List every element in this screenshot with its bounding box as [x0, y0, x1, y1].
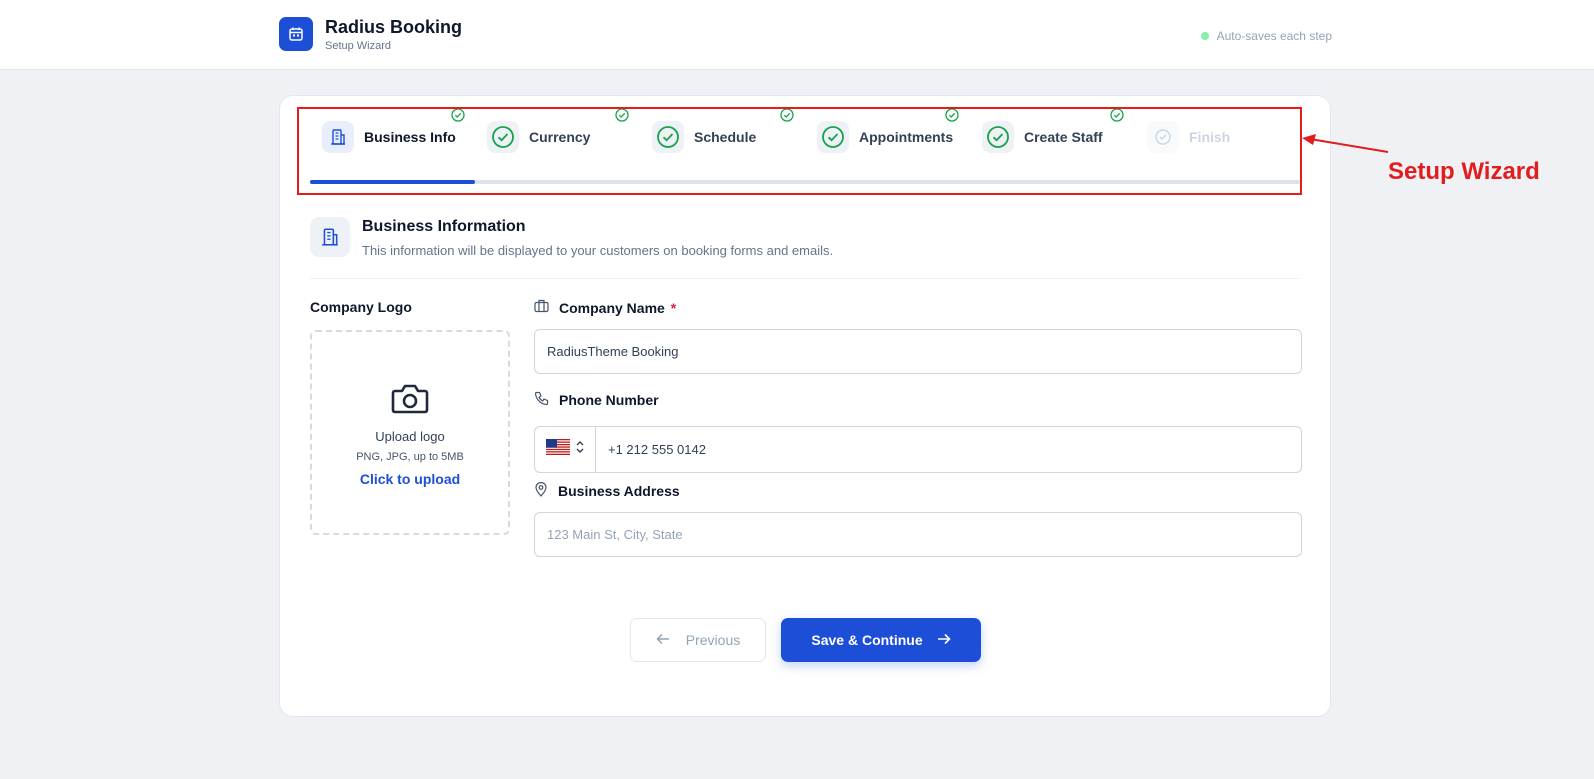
camera-icon	[390, 382, 430, 421]
company-logo-label: Company Logo	[310, 299, 412, 315]
section-title: Business Information	[362, 218, 526, 235]
autosave-text: Auto-saves each step	[1216, 29, 1332, 43]
divider	[310, 278, 1300, 279]
arrow-left-icon	[656, 632, 670, 648]
chevron-up-down-icon	[576, 440, 584, 459]
previous-button-label: Previous	[685, 632, 741, 648]
logo-upload-dropzone[interactable]: Upload logo PNG, JPG, up to 5MB Click to…	[310, 330, 510, 535]
previous-button[interactable]: Previous	[630, 618, 766, 662]
top-bar: Radius Booking Setup Wizard Auto-saves e…	[0, 0, 1594, 70]
annotation-label: Setup Wizard	[1388, 158, 1540, 185]
upload-hint: PNG, JPG, up to 5MB	[356, 451, 464, 463]
arrow-right-icon	[937, 632, 951, 648]
business-address-label-text: Business Address	[558, 483, 680, 499]
building-icon	[310, 217, 350, 257]
phone-number-label-text: Phone Number	[559, 392, 659, 408]
phone-icon	[534, 391, 549, 409]
annotation-highlight-box	[297, 107, 1302, 195]
phone-field: +1 212 555 0142	[534, 426, 1302, 473]
business-address-label: Business Address	[534, 481, 680, 500]
phone-input[interactable]: +1 212 555 0142	[596, 427, 1301, 472]
calendar-logo-icon	[279, 17, 313, 51]
required-mark: *	[670, 299, 677, 316]
save-continue-button[interactable]: Save & Continue	[781, 618, 981, 662]
app-subtitle: Setup Wizard	[325, 40, 392, 52]
map-pin-icon	[534, 481, 548, 500]
click-to-upload-link[interactable]: Click to upload	[360, 471, 460, 487]
business-address-input[interactable]: 123 Main St, City, State	[534, 512, 1302, 557]
app-title: Radius Booking	[325, 17, 463, 37]
save-continue-button-label: Save & Continue	[811, 632, 923, 648]
company-name-label: Company Name *	[534, 299, 676, 316]
phone-number-label: Phone Number	[534, 391, 659, 409]
autosave-status: Auto-saves each step	[1200, 29, 1332, 43]
briefcase-icon	[534, 299, 549, 316]
country-code-select[interactable]	[535, 427, 596, 472]
company-name-label-text: Company Name	[559, 299, 665, 316]
section-description: This information will be displayed to yo…	[362, 243, 834, 258]
company-name-input[interactable]: RadiusTheme Booking	[534, 329, 1302, 374]
annotation-arrow-icon	[1302, 134, 1389, 153]
us-flag-icon	[546, 439, 570, 460]
status-dot-icon	[1200, 32, 1209, 40]
upload-title: Upload logo	[375, 429, 445, 444]
